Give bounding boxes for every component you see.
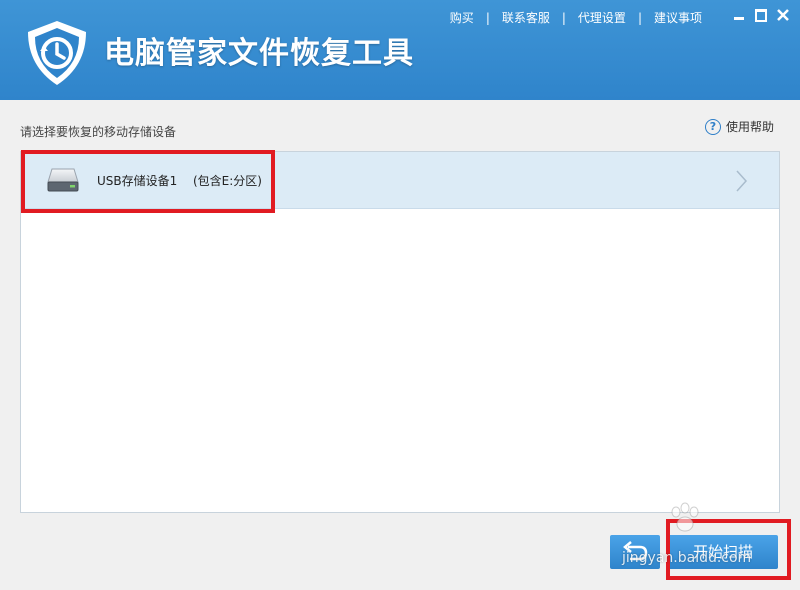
device-selection-prompt: 请选择要恢复的移动存储设备 bbox=[20, 125, 177, 139]
window-controls bbox=[732, 8, 790, 22]
device-list: USB存储设备1 (包含E:分区) bbox=[20, 151, 780, 513]
device-partition: (包含E:分区) bbox=[193, 174, 262, 188]
hard-drive-icon bbox=[46, 166, 80, 198]
close-icon[interactable] bbox=[776, 8, 790, 22]
chevron-right-icon bbox=[735, 169, 749, 197]
nav-buy-link[interactable]: 购买 bbox=[450, 9, 474, 26]
start-scan-button[interactable]: 开始扫描 bbox=[668, 535, 778, 569]
question-circle-icon: ? bbox=[704, 118, 721, 135]
maximize-icon[interactable] bbox=[754, 8, 768, 22]
minimize-icon[interactable] bbox=[732, 8, 746, 22]
title-bar: 电脑管家文件恢复工具 购买 | 联系客服 | 代理设置 | 建议事项 bbox=[0, 0, 800, 100]
app-title: 电脑管家文件恢复工具 bbox=[104, 36, 414, 71]
device-row-usb1[interactable]: USB存储设备1 (包含E:分区) bbox=[21, 152, 779, 209]
nav-separator: | bbox=[561, 10, 566, 25]
nav-separator: | bbox=[485, 10, 490, 25]
nav-separator: | bbox=[637, 10, 642, 25]
return-arrow-icon bbox=[623, 541, 648, 561]
help-link[interactable]: ? 使用帮助 bbox=[704, 118, 774, 135]
device-name: USB存储设备1 bbox=[97, 174, 178, 188]
top-nav: 购买 | 联系客服 | 代理设置 | 建议事项 bbox=[450, 9, 702, 26]
nav-feedback-link[interactable]: 建议事项 bbox=[654, 9, 702, 26]
nav-proxy-settings-link[interactable]: 代理设置 bbox=[578, 9, 626, 26]
nav-support-link[interactable]: 联系客服 bbox=[502, 9, 550, 26]
shield-clock-logo-icon bbox=[22, 18, 92, 88]
back-button[interactable] bbox=[610, 535, 660, 569]
help-label: 使用帮助 bbox=[725, 120, 774, 134]
